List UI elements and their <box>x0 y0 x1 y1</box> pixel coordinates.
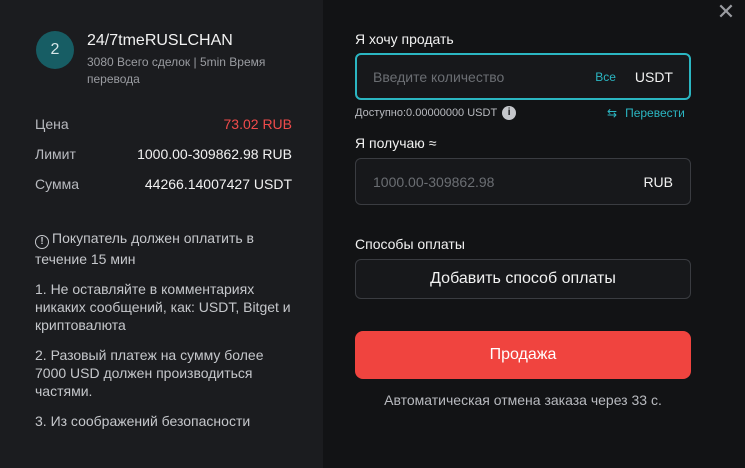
amount-value: 44266.14007427 USDT <box>144 176 292 192</box>
sell-amount-input[interactable]: Введите количество Все USDT <box>355 53 691 100</box>
available-balance: Доступно:0.00000000 USDT i <box>355 106 517 120</box>
convert-label: Перевести <box>625 106 685 120</box>
merchant-avatar: 2 <box>36 31 74 69</box>
price-label: Цена <box>35 116 69 132</box>
sell-all-button[interactable]: Все <box>595 70 616 84</box>
sell-currency: USDT <box>634 68 673 85</box>
payment-time-notice: ! Покупатель должен оплатить в течение 15… <box>35 228 295 269</box>
merchant-stats: 3080 Всего сделок | 5min Время перевода <box>87 55 266 86</box>
price-value: 73.02 RUB <box>223 116 292 132</box>
receive-amount-placeholder: 1000.00-309862.98 <box>373 173 495 190</box>
close-icon[interactable]: ✕ <box>716 1 736 23</box>
receive-currency: RUB <box>643 173 673 190</box>
limit-value: 1000.00-309862.98 RUB <box>137 146 292 162</box>
swap-arrows-icon: ⇆ <box>607 106 618 120</box>
payment-time-text: Покупатель должен оплатить в течение 15 … <box>35 230 254 267</box>
receive-amount-label: Я получаю ≈ <box>355 135 437 151</box>
available-balance-text: Доступно:0.00000000 USDT <box>355 107 498 119</box>
rule-item: 3. Из соображений безопасности <box>35 413 251 429</box>
info-icon[interactable]: i <box>502 106 517 120</box>
amount-label: Сумма <box>35 176 79 192</box>
auto-cancel-countdown: Автоматическая отмена заказа через 33 с. <box>384 392 662 408</box>
limit-row: Лимит 1000.00-309862.98 RUB <box>35 146 292 162</box>
rule-item: 1. Не оставляйте в комментариях никаких … <box>35 281 291 333</box>
sell-amount-label: Я хочу продать <box>355 31 454 47</box>
rule-item: 2. Разовый платеж на сумму более 7000 US… <box>35 347 264 399</box>
merchant-name: 24/7tmeRUSLCHAN <box>87 32 233 49</box>
price-row: Цена 73.02 RUB <box>35 116 292 132</box>
amount-row: Сумма 44266.14007427 USDT <box>35 176 292 192</box>
add-payment-method-button[interactable]: Добавить способ оплаты <box>355 259 691 299</box>
payment-methods-label: Способы оплаты <box>355 236 465 252</box>
warning-circle-icon: ! <box>35 235 49 249</box>
convert-link[interactable]: ⇆ Перевести <box>607 106 685 120</box>
receive-amount-input[interactable]: 1000.00-309862.98 RUB <box>355 158 691 205</box>
sell-button[interactable]: Продажа <box>355 331 691 379</box>
limit-label: Лимит <box>35 146 76 162</box>
order-details-panel: 2 24/7tmeRUSLCHAN 3080 Всего сделок | 5m… <box>0 0 323 468</box>
sell-amount-placeholder: Введите количество <box>373 68 505 85</box>
